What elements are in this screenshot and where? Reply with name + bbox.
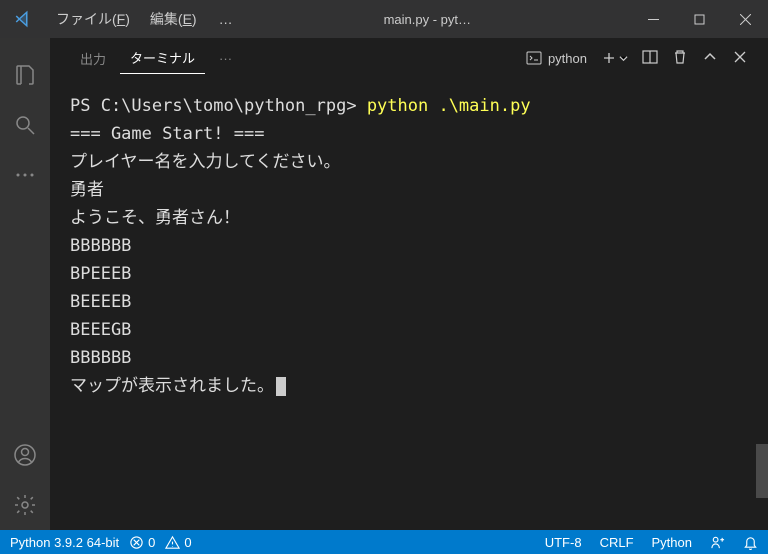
output-line: マップが表示されました。	[70, 376, 274, 396]
new-terminal-button[interactable]	[601, 50, 628, 66]
status-bar: Python 3.9.2 64-bit 0 0 UTF-8 CRLF Pytho…	[0, 530, 768, 554]
panel-tabs: 出力 ターミナル ··· python	[50, 38, 768, 78]
ps-prompt: PS C:\Users\tomo\python_rpg>	[70, 96, 367, 116]
feedback-icon[interactable]	[710, 535, 725, 550]
language-mode[interactable]: Python	[652, 535, 692, 550]
encoding[interactable]: UTF-8	[545, 535, 582, 550]
shell-label: python	[548, 51, 587, 66]
tab-output[interactable]: 出力	[70, 43, 116, 74]
close-button[interactable]	[722, 0, 768, 38]
account-icon[interactable]	[0, 430, 50, 480]
notifications-icon[interactable]	[743, 535, 758, 550]
command: python .\main.py	[367, 96, 531, 116]
output-line: BBBBBB	[70, 348, 131, 368]
terminal-content[interactable]: PS C:\Users\tomo\python_rpg> python .\ma…	[50, 78, 768, 530]
terminal-shell-selector[interactable]: python	[526, 50, 587, 66]
output-line: 勇者	[70, 180, 104, 200]
minimize-button[interactable]	[630, 0, 676, 38]
eol[interactable]: CRLF	[600, 535, 634, 550]
output-line: ようこそ、勇者さん！	[70, 208, 240, 228]
tab-terminal[interactable]: ターミナル	[120, 42, 205, 74]
maximize-button[interactable]	[676, 0, 722, 38]
more-icon[interactable]	[0, 150, 50, 200]
explorer-icon[interactable]	[0, 50, 50, 100]
vscode-icon	[0, 10, 46, 28]
tab-overflow[interactable]: ···	[209, 45, 242, 72]
warning-count: 0	[184, 535, 191, 550]
python-version[interactable]: Python 3.9.2 64-bit	[10, 535, 119, 550]
window-title: main.py - pyt…	[245, 12, 630, 27]
output-line: BEEEEB	[70, 292, 131, 312]
maximize-panel-button[interactable]	[702, 49, 718, 68]
problems[interactable]: 0 0	[129, 535, 191, 550]
kill-terminal-button[interactable]	[672, 49, 688, 68]
menu-overflow[interactable]: …	[207, 11, 245, 27]
output-line: BBBBBB	[70, 236, 131, 256]
activity-bar	[0, 38, 50, 530]
title-bar: ファイル(F) 編集(E) … main.py - pyt…	[0, 0, 768, 38]
menu-edit[interactable]: 編集(E)	[140, 0, 207, 38]
split-terminal-button[interactable]	[642, 49, 658, 68]
close-panel-button[interactable]	[732, 49, 748, 68]
output-line: プレイヤー名を入力してください。	[70, 152, 340, 172]
search-icon[interactable]	[0, 100, 50, 150]
error-count: 0	[148, 535, 155, 550]
output-line: BPEEEB	[70, 264, 131, 284]
output-line: BEEEGB	[70, 320, 131, 340]
menu-file[interactable]: ファイル(F)	[46, 0, 140, 38]
settings-icon[interactable]	[0, 480, 50, 530]
scrollbar-thumb[interactable]	[756, 444, 768, 498]
output-line: === Game Start! ===	[70, 124, 264, 144]
terminal-cursor	[276, 377, 286, 396]
